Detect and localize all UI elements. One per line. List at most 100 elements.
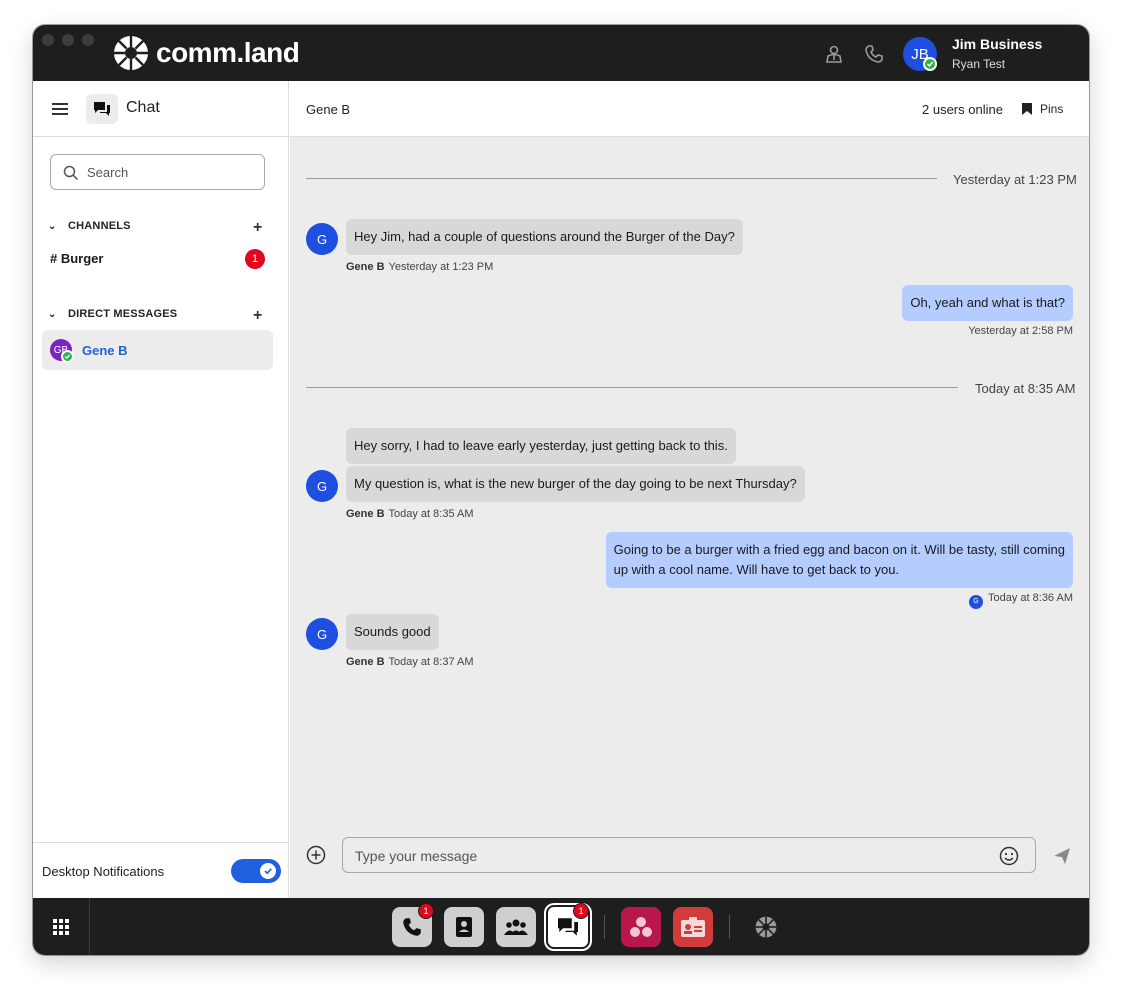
hamburger-menu-icon[interactable] [52, 103, 68, 115]
chevron-down-icon: ⌄ [48, 221, 57, 232]
channels-section-toggle[interactable]: ⌄ CHANNELS [48, 220, 131, 232]
grid-icon [53, 918, 69, 935]
commland-logo-icon [114, 36, 148, 70]
channel-item-burger[interactable]: # Burger [50, 251, 103, 266]
online-status-icon [923, 57, 937, 71]
chevron-down-icon: ⌄ [48, 309, 57, 320]
message-placeholder: Type your message [355, 848, 478, 864]
phone-icon[interactable] [864, 44, 884, 64]
message-line: up with a cool name. Will have to get ba… [613, 562, 900, 577]
window-minimize-button[interactable] [62, 34, 74, 46]
app-logo-text: comm.land [156, 37, 300, 68]
dm-section-toggle[interactable]: ⌄ DIRECT MESSAGES [48, 308, 177, 320]
chat-section-icon [86, 94, 118, 124]
add-dm-button[interactable]: + [253, 308, 262, 324]
pins-label: Pins [1040, 102, 1064, 116]
message-bubble-outgoing[interactable]: Going to be a burger with a fried egg an… [605, 532, 1073, 588]
commland-logo-icon [755, 916, 777, 938]
sidebar: Chat Search ⌄ CHANNELS + # Burger 1 ⌄ DIRE… [33, 81, 289, 898]
message-input[interactable]: Type your message [342, 837, 1036, 873]
dock-commland-app[interactable] [746, 907, 786, 947]
channel-unread-badge: 1 [245, 249, 265, 269]
message-time: Yesterday at 2:58 PM [968, 325, 1073, 337]
pins-button[interactable]: Pins [1022, 102, 1063, 116]
dock-groups-app[interactable] [496, 907, 536, 947]
toggle-knob [260, 863, 276, 879]
app-logo: comm.land [113, 35, 300, 71]
window-close-button[interactable] [42, 34, 54, 46]
chat-badge: 1 [573, 903, 589, 919]
online-status-icon [61, 350, 74, 363]
avatar[interactable]: G [306, 470, 338, 502]
sidebar-header: Chat [33, 81, 289, 137]
message-meta: Gene B Today at 8:37 AM [346, 656, 474, 668]
search-placeholder: Search [87, 165, 129, 180]
message-bubble[interactable]: My question is, what is the new burger o… [346, 466, 805, 502]
phone-icon [403, 918, 421, 936]
desktop-notifications-row: Desktop Notifications [33, 842, 289, 898]
avatar[interactable]: G [306, 618, 338, 650]
dock-contacts-app[interactable] [444, 907, 484, 947]
avatar: GB [50, 339, 74, 363]
window-zoom-button[interactable] [82, 34, 94, 46]
message-meta: Gene B Today at 8:35 AM [346, 508, 474, 520]
dock-separator [729, 915, 730, 939]
add-attachment-icon[interactable] [306, 845, 326, 865]
chat-title: Gene B [306, 102, 351, 117]
app-window: comm.land JB Jim Business Ryan Test Chat… [33, 25, 1089, 955]
dm-heading: DIRECT MESSAGES [68, 308, 178, 320]
message-meta: G Today at 8:36 AM [969, 592, 1073, 609]
top-bar: comm.land JB Jim Business Ryan Test [33, 25, 1089, 81]
message-meta: Gene B Yesterday at 1:23 PM [346, 261, 493, 273]
circles-app-icon [630, 917, 652, 937]
message-time: Today at 8:35 AM [388, 508, 474, 520]
address-book-icon [456, 917, 472, 937]
chat-bubbles-icon [94, 102, 110, 116]
sender-name: Gene B [346, 508, 385, 520]
channels-heading: CHANNELS [68, 220, 131, 232]
dock-app-red-2[interactable] [673, 907, 713, 947]
search-icon [63, 165, 79, 181]
dock-separator [604, 915, 605, 939]
add-channel-button[interactable]: + [253, 220, 262, 236]
search-input[interactable]: Search [50, 154, 265, 190]
message-time: Yesterday at 1:23 PM [388, 261, 494, 273]
emoji-icon[interactable] [999, 846, 1019, 866]
message-time: Today at 8:36 AM [988, 592, 1073, 604]
sender-name: Gene B [346, 656, 385, 668]
dm-name: Gene B [82, 343, 128, 358]
message-bubble[interactable]: Hey Jim, had a couple of questions aroun… [346, 219, 743, 255]
avatar[interactable]: G [306, 223, 338, 255]
message-bubble[interactable]: Sounds good [346, 614, 439, 650]
user-name: Jim Business [952, 36, 1043, 52]
message-time: Today at 8:37 AM [388, 656, 474, 668]
online-count: 2 users online [922, 102, 1003, 117]
date-divider-line [306, 178, 937, 179]
sender-name: Gene B [346, 261, 385, 273]
read-receipt-avatar: G [969, 594, 983, 609]
chat-header: Gene B 2 users online Pins [290, 81, 1089, 137]
chat-bubbles-icon [558, 918, 578, 936]
bookmark-icon [1022, 103, 1032, 115]
message-bubble[interactable]: Hey sorry, I had to leave early yesterda… [346, 428, 736, 464]
message-bubble-outgoing[interactable]: Oh, yeah and what is that? [902, 285, 1073, 321]
chat-main: Gene B 2 users online Pins Yesterday at … [290, 81, 1089, 898]
user-avatar[interactable]: JB [903, 37, 937, 71]
date-divider-line [306, 387, 958, 388]
dock-app-red-1[interactable] [621, 907, 661, 947]
notifications-label: Desktop Notifications [42, 864, 165, 879]
dm-item-gene-b[interactable]: GB Gene B [42, 330, 273, 370]
phone-badge: 1 [418, 903, 434, 919]
group-icon [504, 919, 528, 935]
app-grid-button[interactable] [33, 898, 90, 955]
sidebar-title: Chat [126, 99, 160, 116]
user-subtitle: Ryan Test [952, 57, 1006, 71]
app-dock: 1 1 [33, 898, 1089, 955]
notifications-toggle[interactable] [231, 859, 281, 883]
contact-person-icon[interactable] [824, 44, 844, 64]
message-line: Going to be a burger with a fried egg an… [613, 542, 1065, 557]
contact-card-icon [681, 917, 705, 937]
check-icon [264, 868, 272, 875]
date-divider-label: Today at 8:35 AM [975, 381, 1076, 396]
send-icon[interactable] [1053, 847, 1071, 865]
